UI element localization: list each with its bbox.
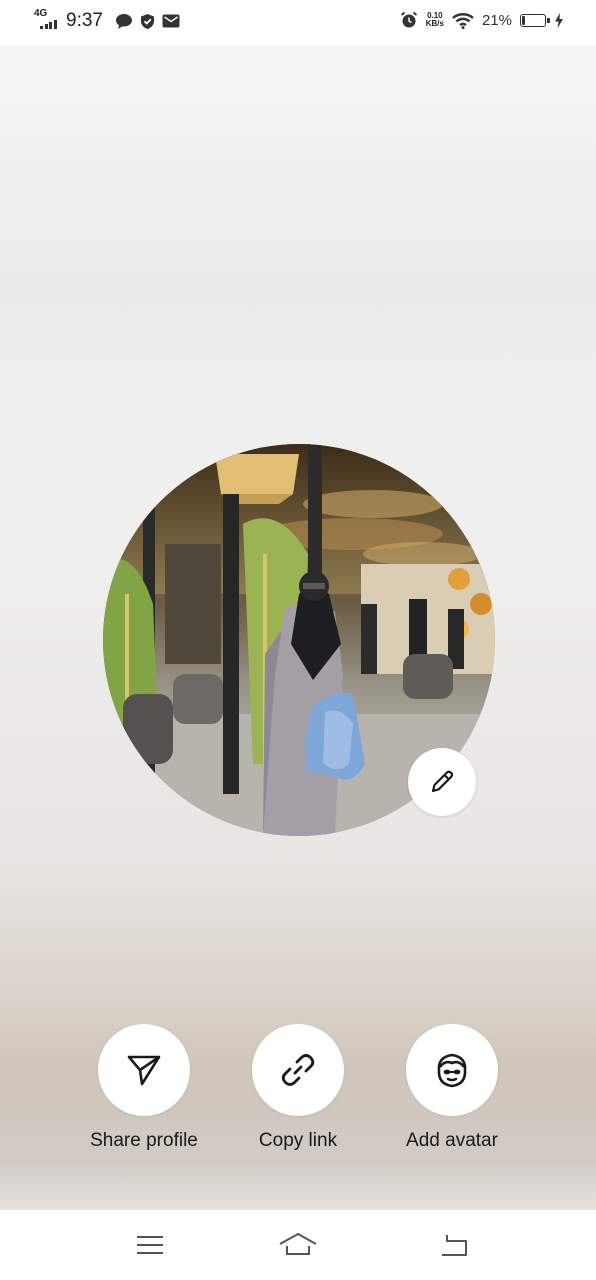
share-profile-button[interactable]: Share profile	[64, 1024, 224, 1152]
profile-actions: Share profile Copy link Add avatar	[0, 1024, 596, 1164]
avatar-face-icon	[437, 1053, 467, 1088]
network-speed: 0.10 KB/s	[426, 12, 444, 28]
share-profile-circle[interactable]	[98, 1024, 190, 1116]
clock: 9:37	[66, 10, 103, 31]
network-type: 4G	[34, 8, 48, 19]
alarm-icon	[400, 11, 417, 28]
home-icon	[279, 1233, 317, 1255]
navigation-bar	[0, 1210, 596, 1280]
battery-percent: 21%	[481, 11, 512, 29]
profile-screen: Share profile Copy link Add avatar	[0, 46, 596, 1210]
menu-button[interactable]	[130, 1230, 170, 1260]
status-left: 4G 9:37	[34, 8, 180, 32]
edit-photo-button[interactable]	[408, 748, 476, 816]
shield-check-icon	[140, 13, 154, 29]
share-profile-label: Share profile	[90, 1130, 198, 1151]
back-button[interactable]	[434, 1230, 474, 1260]
battery-icon	[520, 13, 550, 27]
status-bar: 4G 9:37 0.10 KB/s 21%	[0, 0, 596, 46]
home-button[interactable]	[278, 1230, 318, 1260]
add-avatar-circle[interactable]	[406, 1024, 498, 1116]
speed-unit: KB/s	[425, 19, 444, 28]
add-avatar-label: Add avatar	[406, 1130, 498, 1151]
profile-avatar	[103, 444, 495, 836]
email-icon	[162, 14, 180, 28]
copy-link-label: Copy link	[258, 1130, 338, 1151]
network-indicator: 4G	[34, 8, 62, 32]
menu-icon	[137, 1236, 163, 1254]
link-icon	[281, 1054, 315, 1086]
pencil-icon	[431, 770, 454, 793]
status-right: 0.10 KB/s 21%	[400, 11, 564, 29]
lightning-icon	[555, 12, 563, 28]
notification-icons	[115, 13, 180, 30]
chat-icon	[115, 13, 132, 29]
add-avatar-button[interactable]: Add avatar	[372, 1024, 532, 1152]
battery-level	[522, 15, 526, 25]
copy-link-button[interactable]: Copy link	[218, 1024, 378, 1152]
back-icon	[442, 1235, 467, 1256]
wifi-icon	[452, 12, 474, 29]
signal-icon	[40, 20, 57, 29]
send-icon	[127, 1055, 161, 1086]
copy-link-circle[interactable]	[252, 1024, 344, 1116]
